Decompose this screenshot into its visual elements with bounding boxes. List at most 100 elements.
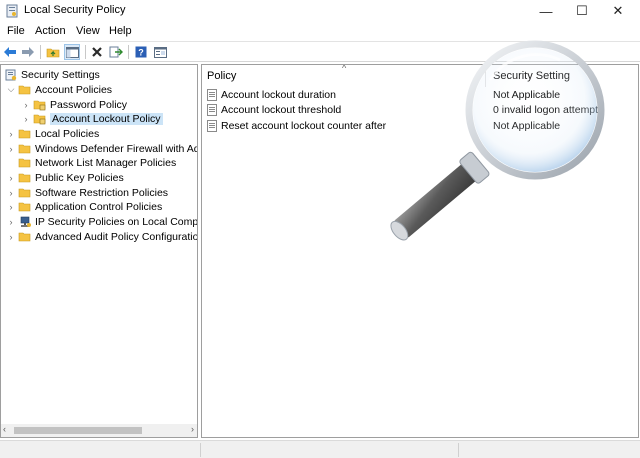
policy-name: Account lockout duration xyxy=(221,88,336,101)
properties-button[interactable] xyxy=(152,44,168,60)
delete-button[interactable] xyxy=(89,44,105,60)
menu-action[interactable]: Action xyxy=(35,25,66,37)
list-row-account-lockout-threshold[interactable]: Account lockout threshold xyxy=(207,102,341,117)
toolbar-separator xyxy=(128,45,129,59)
menu-file[interactable]: File xyxy=(7,25,25,37)
forward-button[interactable] xyxy=(20,44,36,60)
chevron-right-icon[interactable]: › xyxy=(21,114,31,124)
chevron-right-icon[interactable]: › xyxy=(6,144,16,154)
title-bar: Local Security Policy — ☐ ✕ xyxy=(0,0,640,22)
chevron-right-icon[interactable]: › xyxy=(6,202,16,212)
tree-item-application-control-policies[interactable]: › Application Control Policies xyxy=(6,199,163,214)
maximize-button[interactable]: ☐ xyxy=(564,0,600,22)
status-divider xyxy=(458,443,459,457)
folder-open-icon xyxy=(18,85,31,94)
tree-item-label: Software Restriction Policies xyxy=(35,186,169,199)
console-tree-pane[interactable]: Security Settings ⌵ Account Policies › P… xyxy=(0,64,198,438)
up-one-level-button[interactable] xyxy=(45,44,61,60)
svg-text:?: ? xyxy=(138,48,144,58)
toolbar-separator xyxy=(85,45,86,59)
folder-icon xyxy=(18,158,31,167)
tree-horizontal-scrollbar[interactable]: ‹ › xyxy=(1,424,197,437)
window-title: Local Security Policy xyxy=(24,4,126,16)
forward-arrow-icon xyxy=(22,47,34,57)
tree-item-label: Local Policies xyxy=(35,127,100,140)
up-folder-icon xyxy=(46,48,60,58)
tree-item-label: Application Control Policies xyxy=(35,200,163,213)
tree-item-software-restriction-policies[interactable]: › Software Restriction Policies xyxy=(6,185,169,200)
chevron-right-icon[interactable]: › xyxy=(6,188,16,198)
delete-icon xyxy=(92,47,102,57)
policy-name: Reset account lockout counter after xyxy=(221,119,387,132)
policy-item-icon xyxy=(207,103,217,116)
tree-item-ip-security-policies[interactable]: › IP Security Policies on Local Compute xyxy=(6,214,198,229)
export-list-icon xyxy=(109,46,123,58)
folder-icon xyxy=(18,173,31,182)
tree-item-label: Network List Manager Policies xyxy=(35,156,177,169)
close-button[interactable]: ✕ xyxy=(600,0,636,22)
properties-icon xyxy=(153,46,167,58)
back-arrow-icon xyxy=(4,47,16,57)
tree-item-network-list-manager[interactable]: › Network List Manager Policies xyxy=(6,155,176,170)
security-setting-value: Not Applicable xyxy=(493,120,561,132)
tree-item-public-key-policies[interactable]: › Public Key Policies xyxy=(6,170,124,185)
status-divider xyxy=(200,443,201,457)
security-setting-value: Not Applicable xyxy=(493,89,561,101)
show-hide-tree-icon xyxy=(65,46,79,58)
security-policy-app-icon xyxy=(6,4,18,18)
list-row-account-lockout-duration[interactable]: Account lockout duration xyxy=(207,87,336,102)
policy-list-pane[interactable]: ^ Policy Security Setting Account lockou… xyxy=(201,64,639,438)
column-divider[interactable] xyxy=(485,65,486,87)
tree-item-advanced-audit-policy[interactable]: › Advanced Audit Policy Configuration xyxy=(6,229,198,244)
tree-item-label: IP Security Policies on Local Compute xyxy=(35,215,198,228)
tree-item-label: Security Settings xyxy=(21,68,100,81)
folder-icon xyxy=(18,129,31,138)
policy-folder-icon xyxy=(33,100,46,110)
tree-item-label: Windows Defender Firewall with Adva xyxy=(35,142,198,155)
scrollbar-thumb[interactable] xyxy=(14,427,142,434)
column-header-security-setting[interactable]: Security Setting xyxy=(493,70,570,82)
tree-item-password-policy[interactable]: › Password Policy xyxy=(21,97,128,112)
folder-icon xyxy=(18,202,31,211)
tree-item-label: Account Lockout Policy xyxy=(50,112,163,125)
menu-view[interactable]: View xyxy=(76,25,100,37)
list-row-reset-lockout-counter[interactable]: Reset account lockout counter after xyxy=(207,118,386,133)
chevron-down-icon[interactable]: ⌵ xyxy=(6,84,16,95)
ip-security-icon xyxy=(20,216,31,227)
menu-bar: File Action View Help xyxy=(0,23,640,41)
back-button[interactable] xyxy=(2,44,18,60)
scroll-left-icon[interactable]: ‹ xyxy=(3,424,6,434)
menu-help[interactable]: Help xyxy=(109,25,132,37)
scroll-right-icon[interactable]: › xyxy=(191,424,194,434)
column-header-policy[interactable]: Policy xyxy=(207,70,236,82)
folder-icon xyxy=(18,232,31,241)
policy-item-icon xyxy=(207,88,217,101)
tree-item-label: Advanced Audit Policy Configuration xyxy=(35,230,198,243)
tree-item-local-policies[interactable]: › Local Policies xyxy=(6,126,100,141)
tree-item-label: Account Policies xyxy=(35,83,113,96)
tree-item-security-settings[interactable]: Security Settings xyxy=(4,67,100,82)
tree-item-label: Password Policy xyxy=(50,98,128,111)
policy-folder-icon xyxy=(33,114,46,124)
toolbar-separator xyxy=(40,45,41,59)
tree-item-account-policies[interactable]: ⌵ Account Policies xyxy=(6,82,112,97)
chevron-right-icon[interactable]: › xyxy=(6,232,16,242)
chevron-right-icon[interactable]: › xyxy=(6,173,16,183)
toolbar: ? xyxy=(0,41,640,62)
minimize-button[interactable]: — xyxy=(528,0,564,22)
sort-ascending-icon: ^ xyxy=(342,64,347,73)
chevron-right-icon[interactable]: › xyxy=(6,129,16,139)
show-hide-console-tree-button[interactable] xyxy=(64,44,80,60)
chevron-right-icon[interactable]: › xyxy=(6,217,16,227)
help-button[interactable]: ? xyxy=(133,44,149,60)
export-list-button[interactable] xyxy=(108,44,124,60)
security-settings-icon xyxy=(5,69,17,80)
security-setting-value: 0 invalid logon attempt xyxy=(493,104,599,116)
help-icon: ? xyxy=(135,46,147,58)
tree-item-windows-defender-firewall[interactable]: › Windows Defender Firewall with Adva xyxy=(6,141,198,156)
tree-item-label: Public Key Policies xyxy=(35,171,124,184)
policy-name: Account lockout threshold xyxy=(221,103,342,116)
tree-item-account-lockout-policy[interactable]: › Account Lockout Policy xyxy=(21,111,163,126)
status-bar xyxy=(0,440,640,458)
chevron-right-icon[interactable]: › xyxy=(21,100,31,110)
